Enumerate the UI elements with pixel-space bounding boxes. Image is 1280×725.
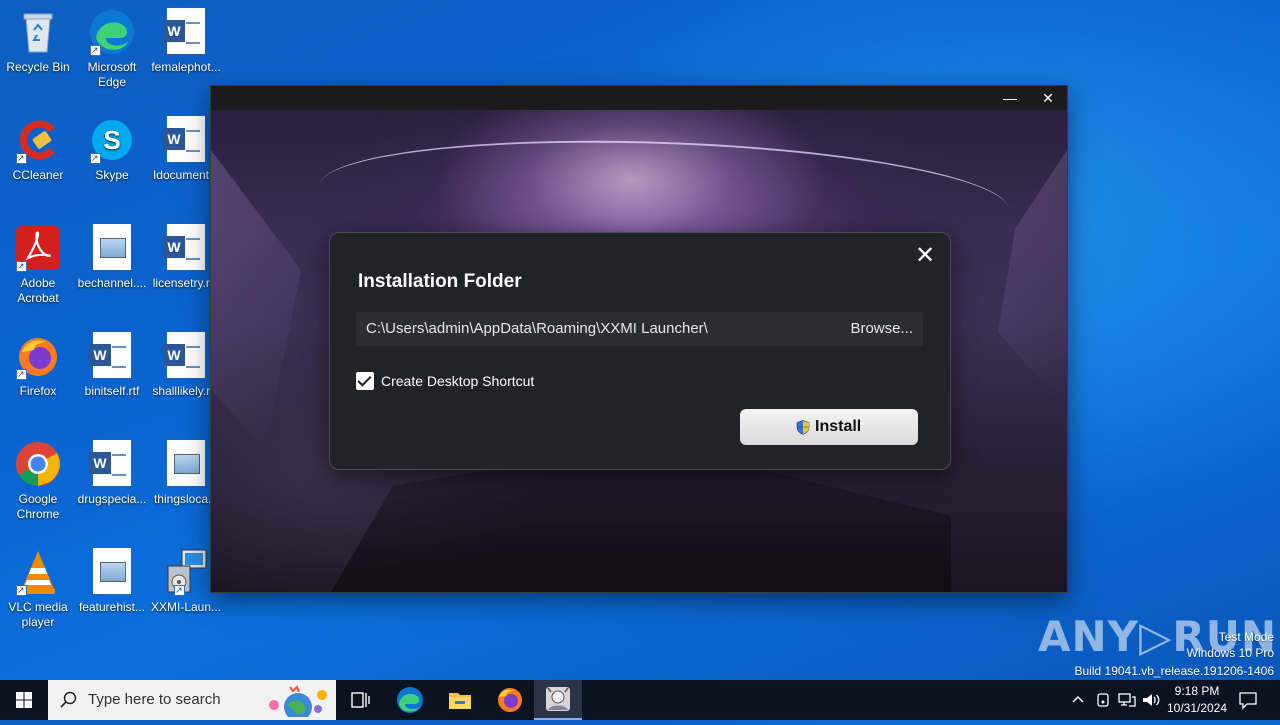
taskbar-file-explorer-button[interactable] xyxy=(440,680,480,720)
windows-logo-icon xyxy=(16,692,32,708)
installer-icon xyxy=(162,548,210,598)
window-close-button[interactable]: ✕ xyxy=(1029,86,1067,110)
firefox-icon xyxy=(14,332,62,382)
action-center-icon[interactable] xyxy=(1238,690,1258,710)
skype-icon: S xyxy=(88,116,136,166)
desktop-icon-recycle-bin[interactable]: Recycle Bin xyxy=(0,8,76,75)
desktop-icon-binitself[interactable]: W binitself.rtf xyxy=(74,332,150,399)
desktop-icon-label: featurehist... xyxy=(78,600,146,614)
desktop-icon-label: CCleaner xyxy=(12,168,64,182)
word-doc-icon: W xyxy=(162,8,210,56)
search-placeholder: Type here to search xyxy=(88,691,221,708)
desktop-icon-vlc[interactable]: VLC media player xyxy=(0,548,76,630)
launcher-background-art: Installation Folder ✕ C:\Users\admin\App… xyxy=(211,110,1067,592)
show-hidden-icons-chevron-icon[interactable] xyxy=(1070,692,1086,708)
windows-build-text: Build 19041.vb_release.191206-1406 xyxy=(1074,664,1275,678)
desktop-icon-skype[interactable]: S Skype xyxy=(74,116,150,183)
clock-date: 10/31/2024 xyxy=(1166,701,1228,715)
dialog-close-icon[interactable]: ✕ xyxy=(914,244,936,268)
desktop-icon-firefox[interactable]: Firefox xyxy=(0,332,76,399)
search-icon xyxy=(60,691,77,708)
task-view-button[interactable] xyxy=(340,680,380,720)
desktop-icon-label: Recycle Bin xyxy=(6,60,70,74)
minimize-button[interactable]: — xyxy=(991,86,1029,110)
image-file-icon xyxy=(88,548,136,596)
clock-time: 9:18 PM xyxy=(1174,684,1220,698)
desktop-icon-label: bechannel.... xyxy=(77,276,147,290)
acrobat-icon xyxy=(14,224,62,274)
desktop-icon-featurehist[interactable]: featurehist... xyxy=(74,548,150,615)
desktop-icon-google-chrome[interactable]: Google Chrome xyxy=(0,440,76,522)
desktop-shortcut-label[interactable]: Create Desktop Shortcut xyxy=(381,373,534,389)
desktop-icon-label: VLC media player xyxy=(8,600,68,629)
network-icon[interactable] xyxy=(1117,691,1137,709)
desktop-icon-femalephot[interactable]: W femalephot... xyxy=(148,8,224,75)
installation-folder-dialog: Installation Folder ✕ C:\Users\admin\App… xyxy=(329,232,951,470)
task-view-icon xyxy=(351,692,370,708)
desktop-icon-label: Adobe Acrobat xyxy=(17,276,59,305)
taskbar-clock[interactable]: 9:18 PM 10/31/2024 xyxy=(1160,683,1234,717)
dialog-title: Installation Folder xyxy=(358,271,522,292)
taskbar-xxmi-launcher-button[interactable] xyxy=(534,680,582,720)
test-mode-text: Test Mode xyxy=(1218,630,1274,644)
edge-icon xyxy=(88,8,136,58)
desktop-icon-label: binitself.rtf xyxy=(84,384,140,398)
xxmi-launcher-window: — ✕ Installation Folder ✕ C:\Users\admin… xyxy=(211,86,1067,592)
desktop-icon-bechannel[interactable]: bechannel.... xyxy=(74,224,150,291)
taskbar-firefox-button[interactable] xyxy=(490,680,530,720)
volume-icon[interactable] xyxy=(1141,691,1161,709)
device-tray-icon[interactable] xyxy=(1094,691,1112,709)
image-file-icon xyxy=(162,440,210,488)
browse-button[interactable]: Browse... xyxy=(850,312,913,346)
word-doc-icon: W xyxy=(88,440,136,488)
desktop-icon-label: Microsoft Edge xyxy=(87,60,137,89)
desktop-icon-label: Google Chrome xyxy=(16,492,60,521)
install-button-label: Install xyxy=(815,418,862,435)
word-doc-icon: W xyxy=(162,116,210,164)
start-button[interactable] xyxy=(0,680,48,720)
file-explorer-icon xyxy=(449,693,471,709)
shard-decoration xyxy=(998,150,1067,410)
word-doc-icon: W xyxy=(162,332,210,380)
desktop-icon-drugspecia[interactable]: W drugspecia... xyxy=(74,440,150,507)
desktop-shortcut-checkbox[interactable] xyxy=(356,372,374,390)
desktop-icon-label: Firefox xyxy=(19,384,57,398)
desktop-icon-microsoft-edge[interactable]: Microsoft Edge xyxy=(74,8,150,90)
image-file-icon xyxy=(88,224,136,272)
word-doc-icon: W xyxy=(162,224,210,272)
edge-icon xyxy=(397,687,423,713)
uac-shield-icon xyxy=(796,420,810,435)
taskbar: Type here to search 9:18 PM 10/31/2024 xyxy=(0,680,1280,720)
svg-text:S: S xyxy=(103,125,120,155)
recycle-bin-icon xyxy=(14,8,62,56)
install-path-input[interactable]: C:\Users\admin\AppData\Roaming\XXMI Laun… xyxy=(366,312,826,346)
windows-edition-text: Windows 10 Pro xyxy=(1186,646,1274,660)
vlc-icon xyxy=(14,548,62,598)
xxmi-launcher-icon xyxy=(546,687,570,711)
desktop-icon-label: femalephot... xyxy=(151,60,221,74)
word-doc-icon: W xyxy=(88,332,136,380)
ccleaner-icon xyxy=(14,116,62,166)
window-titlebar[interactable]: — ✕ xyxy=(211,86,1067,110)
install-path-field: C:\Users\admin\AppData\Roaming\XXMI Laun… xyxy=(356,312,923,346)
install-button[interactable]: Install xyxy=(740,409,918,445)
desktop-icon-label: drugspecia... xyxy=(77,492,147,506)
desktop-icon-adobe-acrobat[interactable]: Adobe Acrobat xyxy=(0,224,76,306)
taskbar-search-box[interactable]: Type here to search xyxy=(48,680,336,720)
search-highlight-illustration-icon xyxy=(269,685,327,717)
shard-decoration xyxy=(211,150,301,450)
desktop-icon-label: Skype xyxy=(95,168,129,182)
chrome-icon xyxy=(14,440,62,488)
desktop-icon-label: XXMI-Laun... xyxy=(150,600,222,614)
firefox-icon xyxy=(498,688,522,712)
desktop-icon-ccleaner[interactable]: CCleaner xyxy=(0,116,76,183)
taskbar-edge-button[interactable] xyxy=(390,680,430,720)
